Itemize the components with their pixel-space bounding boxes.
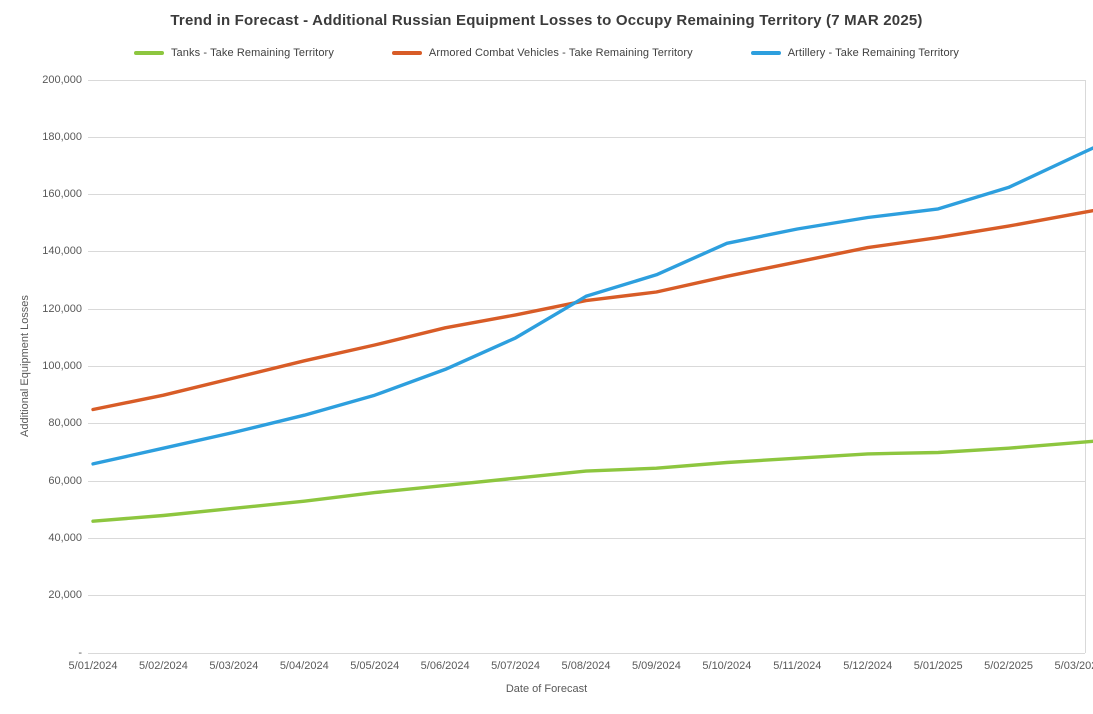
series-line-artillery: [91, 146, 1093, 466]
x-axis-title: Date of Forecast: [505, 683, 588, 695]
series-line-tanks: [91, 439, 1093, 523]
series-line-acv: [91, 208, 1093, 412]
series-lines-layer: [91, 146, 1093, 523]
y-axis-title: Additional Equipment Losses: [19, 295, 31, 437]
forecast-line-chart: Trend in Forecast - Additional Russian E…: [0, 0, 1093, 714]
